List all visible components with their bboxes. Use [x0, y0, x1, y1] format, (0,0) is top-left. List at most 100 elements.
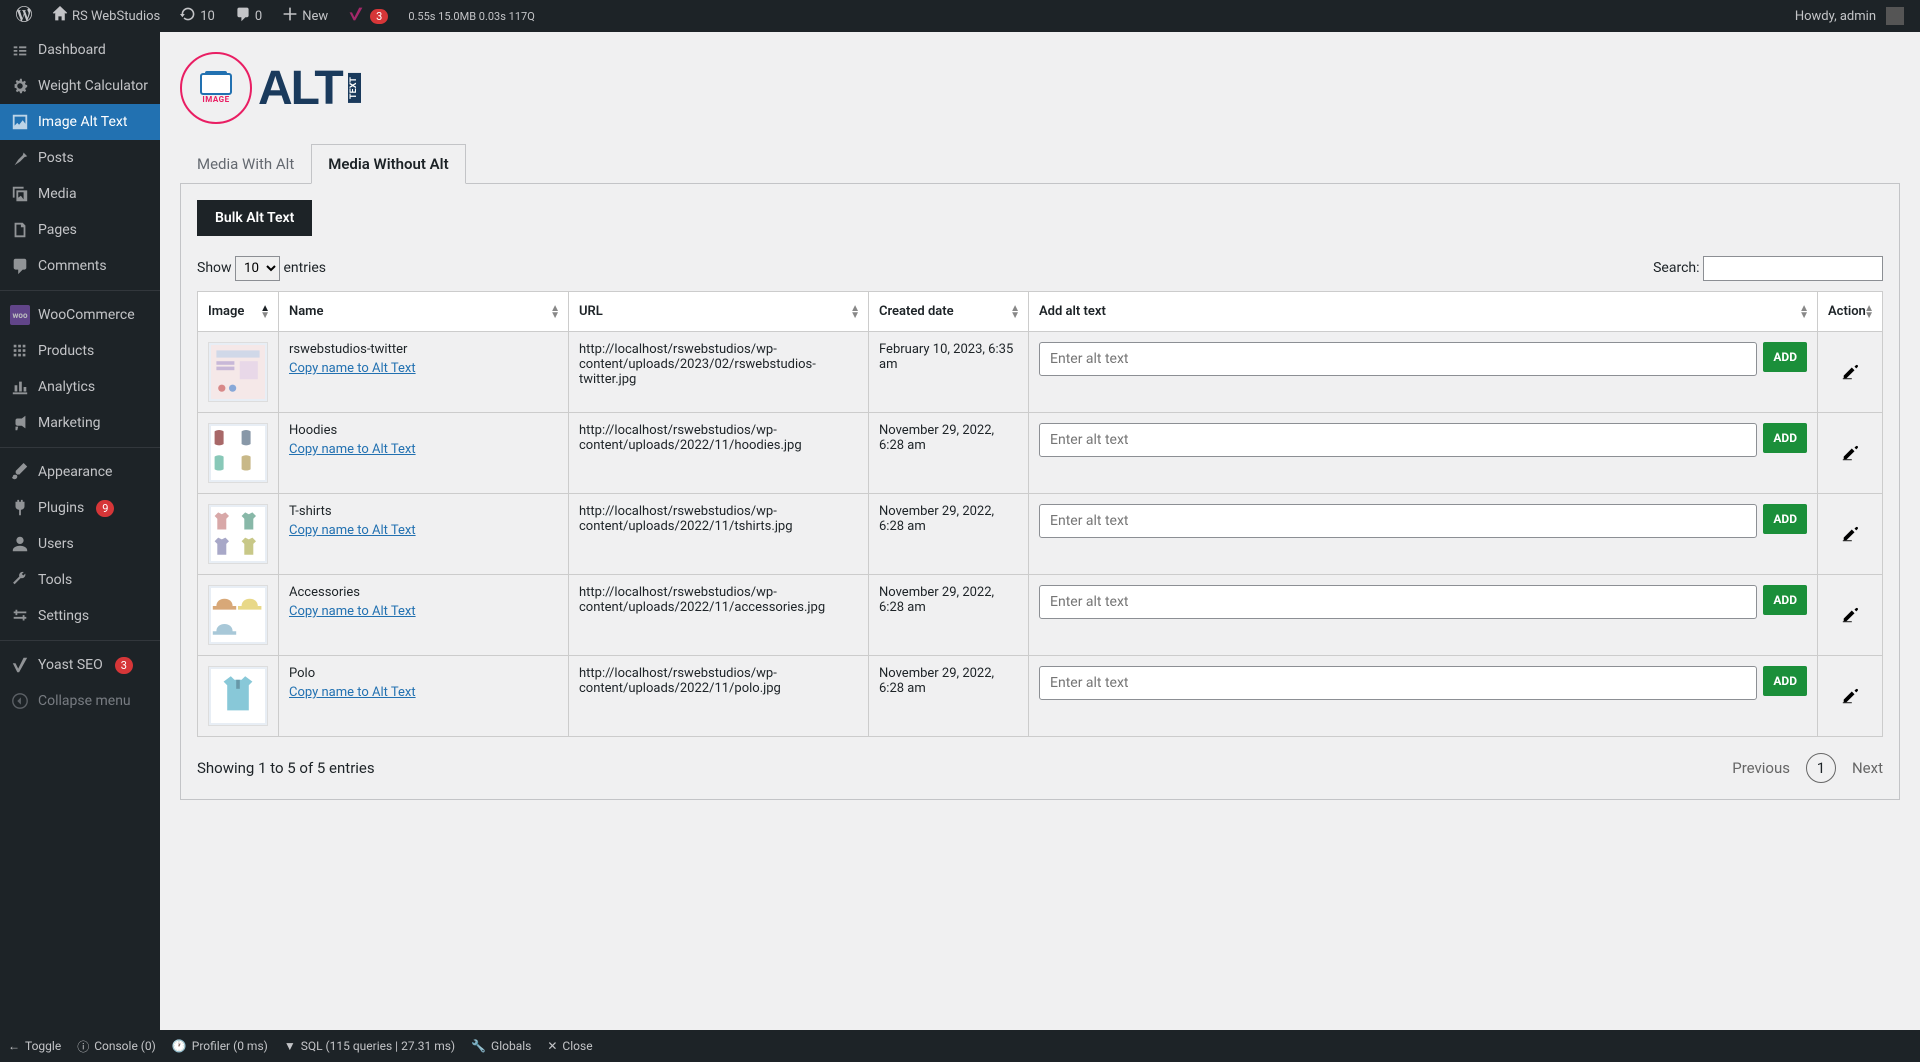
table-row: T-shirts Copy name to Alt Text http://lo…: [198, 494, 1883, 575]
copy-name-link[interactable]: Copy name to Alt Text: [289, 523, 416, 538]
menu-woocommerce[interactable]: wooWooCommerce: [0, 297, 160, 333]
add-button[interactable]: ADD: [1763, 585, 1807, 615]
col-url[interactable]: URL▲▼: [569, 292, 869, 332]
edit-action[interactable]: [1828, 666, 1872, 726]
add-button[interactable]: ADD: [1763, 504, 1807, 534]
created-date: November 29, 2022, 6:28 am: [869, 413, 1029, 494]
next-page[interactable]: Next: [1852, 759, 1883, 777]
media-name: T-shirts: [289, 504, 558, 519]
menu-pages[interactable]: Pages: [0, 212, 160, 248]
home-icon: [52, 6, 68, 26]
alt-text-input[interactable]: [1039, 504, 1757, 538]
wrench-icon: [10, 570, 30, 590]
updates[interactable]: 10: [172, 0, 223, 32]
created-date: November 29, 2022, 6:28 am: [869, 494, 1029, 575]
menu-dashboard[interactable]: Dashboard: [0, 32, 160, 68]
table-row: Hoodies Copy name to Alt Text http://loc…: [198, 413, 1883, 494]
thumbnail: [208, 585, 268, 645]
col-action[interactable]: Action▲▼: [1818, 292, 1883, 332]
media-name: Polo: [289, 666, 558, 681]
menu-collapse[interactable]: Collapse menu: [0, 683, 160, 719]
menu-yoast[interactable]: Yoast SEO3: [0, 647, 160, 683]
logo-circle: IMAGE: [180, 52, 252, 124]
menu-weight-calculator[interactable]: Weight Calculator: [0, 68, 160, 104]
comment-icon: [235, 6, 251, 26]
add-button[interactable]: ADD: [1763, 342, 1807, 372]
edit-action[interactable]: [1828, 423, 1872, 483]
yoast-count: 3: [115, 657, 133, 674]
alt-text-input[interactable]: [1039, 423, 1757, 457]
debug-sql[interactable]: ▼SQL (115 queries | 27.31 ms): [284, 1039, 455, 1053]
menu-comments[interactable]: Comments: [0, 248, 160, 284]
table-row: rswebstudios-twitter Copy name to Alt Te…: [198, 332, 1883, 413]
image-icon: [10, 112, 30, 132]
menu-users[interactable]: Users: [0, 526, 160, 562]
col-alt[interactable]: Add alt text▲▼: [1029, 292, 1818, 332]
menu-marketing[interactable]: Marketing: [0, 405, 160, 441]
chart-icon: [10, 377, 30, 397]
copy-name-link[interactable]: Copy name to Alt Text: [289, 442, 416, 457]
menu-media[interactable]: Media: [0, 176, 160, 212]
search: Search:: [1653, 256, 1883, 281]
panel: Bulk Alt Text Show 10 entries Search: Im…: [180, 184, 1900, 800]
tab-media-with-alt[interactable]: Media With Alt: [180, 144, 311, 184]
howdy[interactable]: Howdy, admin: [1787, 0, 1912, 32]
edit-icon: [1841, 525, 1859, 543]
pin-icon: [10, 148, 30, 168]
media-name: Hoodies: [289, 423, 558, 438]
debug-toggle[interactable]: ←Toggle: [8, 1039, 61, 1053]
menu-products[interactable]: Products: [0, 333, 160, 369]
copy-name-link[interactable]: Copy name to Alt Text: [289, 361, 416, 376]
bulk-alt-text-button[interactable]: Bulk Alt Text: [197, 200, 312, 236]
sort-icon: ▲▼: [550, 305, 560, 319]
menu-analytics[interactable]: Analytics: [0, 369, 160, 405]
copy-name-link[interactable]: Copy name to Alt Text: [289, 604, 416, 619]
col-created[interactable]: Created date▲▼: [869, 292, 1029, 332]
debug-console[interactable]: ⓘConsole (0): [77, 1038, 156, 1055]
menu-appearance[interactable]: Appearance: [0, 454, 160, 490]
menu-tools[interactable]: Tools: [0, 562, 160, 598]
close-icon: ✕: [547, 1039, 557, 1053]
alt-text-input[interactable]: [1039, 585, 1757, 619]
edit-icon: [1841, 444, 1859, 462]
debug-profiler[interactable]: 🕐Profiler (0 ms): [172, 1039, 268, 1053]
yoast-icon: [10, 655, 30, 675]
menu-posts[interactable]: Posts: [0, 140, 160, 176]
col-name[interactable]: Name▲▼: [279, 292, 569, 332]
site-name[interactable]: RS WebStudios: [44, 0, 168, 32]
comments-bar[interactable]: 0: [227, 0, 270, 32]
dashboard-icon: [10, 40, 30, 60]
sort-icon: ▲▼: [1799, 305, 1809, 319]
edit-icon: [1841, 687, 1859, 705]
add-button[interactable]: ADD: [1763, 666, 1807, 696]
new-content[interactable]: New: [274, 0, 336, 32]
edit-action[interactable]: [1828, 342, 1872, 402]
search-input[interactable]: [1703, 256, 1883, 281]
alt-text-input[interactable]: [1039, 342, 1757, 376]
page-number[interactable]: 1: [1806, 753, 1836, 783]
media-name: Accessories: [289, 585, 558, 600]
debug-close[interactable]: ✕Close: [547, 1039, 592, 1053]
main-content: IMAGE ALT TEXT Media With Alt Media With…: [160, 32, 1920, 1030]
alt-text-input[interactable]: [1039, 666, 1757, 700]
prev-page[interactable]: Previous: [1732, 759, 1790, 777]
logo-alt-text: ALT: [258, 61, 342, 116]
sort-icon: ▲▼: [1864, 305, 1874, 319]
debug-globals[interactable]: 🔧Globals: [471, 1039, 531, 1053]
edit-action[interactable]: [1828, 504, 1872, 564]
col-image[interactable]: Image▲▼: [198, 292, 279, 332]
add-button[interactable]: ADD: [1763, 423, 1807, 453]
tab-media-without-alt[interactable]: Media Without Alt: [311, 144, 465, 184]
wp-logo[interactable]: [8, 0, 40, 32]
thumbnail: [208, 342, 268, 402]
length-select[interactable]: 10: [235, 256, 280, 281]
yoast-bar[interactable]: 3: [340, 0, 396, 32]
copy-name-link[interactable]: Copy name to Alt Text: [289, 685, 416, 700]
menu-settings[interactable]: Settings: [0, 598, 160, 634]
perf-stats: 0.55s 15.0MB 0.03s 117Q: [400, 0, 542, 32]
edit-action[interactable]: [1828, 585, 1872, 645]
edit-icon: [1841, 606, 1859, 624]
menu-image-alt-text[interactable]: Image Alt Text: [0, 104, 160, 140]
table-row: Accessories Copy name to Alt Text http:/…: [198, 575, 1883, 656]
menu-plugins[interactable]: Plugins9: [0, 490, 160, 526]
